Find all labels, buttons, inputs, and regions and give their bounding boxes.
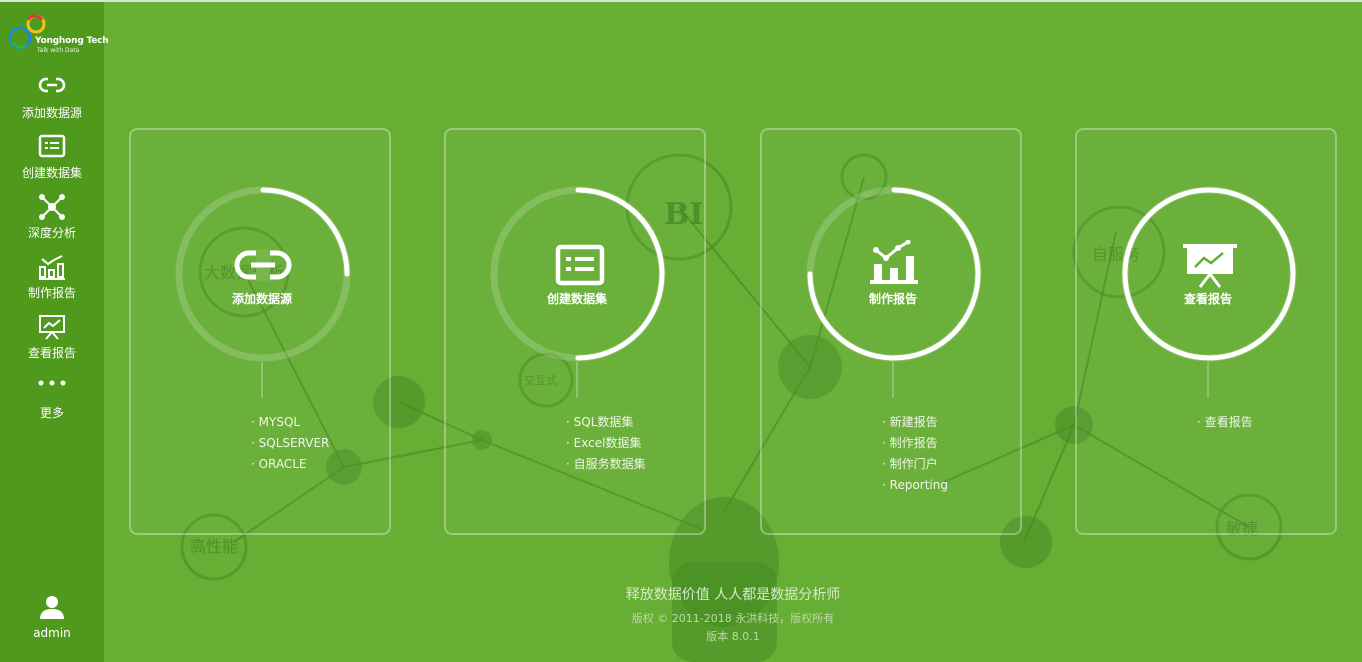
presentation-icon[interactable]	[1183, 244, 1237, 288]
logo[interactable]: Yonghong Tech Talk with Data	[6, 12, 109, 56]
card-link-list: 新建报告 制作报告 制作门户 Reporting	[882, 412, 948, 496]
sidebar-item-create-dataset[interactable]: 创建数据集	[0, 134, 104, 190]
connector-line	[1207, 362, 1209, 398]
footer-slogan: 释放数据价值 人人都是数据分析师	[625, 587, 841, 603]
card-add-datasource: 添加数据源 MYSQL SQLSERVER ORACLE	[129, 128, 391, 535]
card-title[interactable]: 制作报告	[762, 290, 1024, 307]
sidebar-item-deep-analysis[interactable]: 深度分析	[0, 194, 104, 250]
footer-copyright: 版权 © 2011-2018 永洪科技，版权所有	[631, 612, 835, 625]
user-avatar-icon	[40, 596, 64, 619]
sidebar: Yonghong Tech Talk with Data 添加数据源 创建数据集…	[0, 2, 109, 662]
card-link[interactable]: 制作报告	[882, 433, 948, 454]
list-card-icon	[38, 134, 66, 158]
sidebar-item-label: 创建数据集	[21, 166, 82, 180]
card-link[interactable]: SQLSERVER	[251, 433, 330, 454]
sidebar-item-label: 查看报告	[27, 346, 76, 360]
card-link-list: 查看报告	[1197, 412, 1253, 433]
card-link[interactable]: Excel数据集	[566, 433, 646, 454]
sidebar-item-label: 深度分析	[27, 226, 76, 240]
bar-chart-icon	[39, 255, 65, 280]
logo-name: Yonghong Tech	[35, 36, 109, 46]
link-icon[interactable]	[234, 249, 292, 281]
card-link[interactable]: Reporting	[882, 475, 948, 496]
connector-line	[261, 362, 263, 398]
card-link[interactable]: 制作门户	[882, 454, 948, 475]
sidebar-item-label: 更多	[39, 406, 64, 420]
sidebar-item-add-datasource[interactable]: 添加数据源	[0, 74, 104, 130]
sidebar-item-view-report[interactable]: 查看报告	[0, 314, 104, 370]
network-icon	[39, 194, 65, 220]
user-menu[interactable]: admin	[0, 594, 104, 644]
card-view-report: 查看报告 查看报告	[1075, 128, 1337, 535]
card-link-list: MYSQL SQLSERVER ORACLE	[251, 412, 330, 475]
footer-version: 版本 8.0.1	[706, 630, 760, 643]
card-link[interactable]: ORACLE	[251, 454, 329, 475]
svg-text:高性能: 高性能	[190, 537, 238, 556]
link-icon	[38, 77, 66, 93]
card-title[interactable]: 创建数据集	[446, 290, 708, 307]
card-create-dataset: 创建数据集 SQL数据集 Excel数据集 自服务数据集	[444, 128, 706, 535]
bar-chart-icon[interactable]	[870, 240, 918, 284]
more-dots-icon	[38, 380, 66, 386]
logo-tagline: Talk with Data	[37, 47, 80, 54]
username: admin	[33, 626, 71, 640]
presentation-icon	[39, 315, 65, 340]
sidebar-item-make-report[interactable]: 制作报告	[0, 254, 104, 310]
card-title[interactable]: 查看报告	[1077, 290, 1339, 307]
connector-line	[576, 362, 578, 398]
card-make-report: 制作报告 新建报告 制作报告 制作门户 Reporting	[760, 128, 1022, 535]
sidebar-item-label: 制作报告	[27, 286, 76, 300]
card-link[interactable]: SQL数据集	[566, 412, 646, 433]
sidebar-item-label: 添加数据源	[21, 106, 82, 120]
card-link[interactable]: 自服务数据集	[566, 454, 646, 475]
card-title[interactable]: 添加数据源	[131, 290, 393, 307]
sidebar-item-more[interactable]: 更多	[0, 374, 104, 430]
card-link[interactable]: MYSQL	[251, 412, 329, 433]
card-link[interactable]: 新建报告	[882, 412, 948, 433]
list-card-icon[interactable]	[555, 244, 605, 286]
card-link-list: SQL数据集 Excel数据集 自服务数据集	[566, 412, 646, 475]
card-link[interactable]: 查看报告	[1197, 412, 1253, 433]
connector-line	[892, 362, 894, 398]
